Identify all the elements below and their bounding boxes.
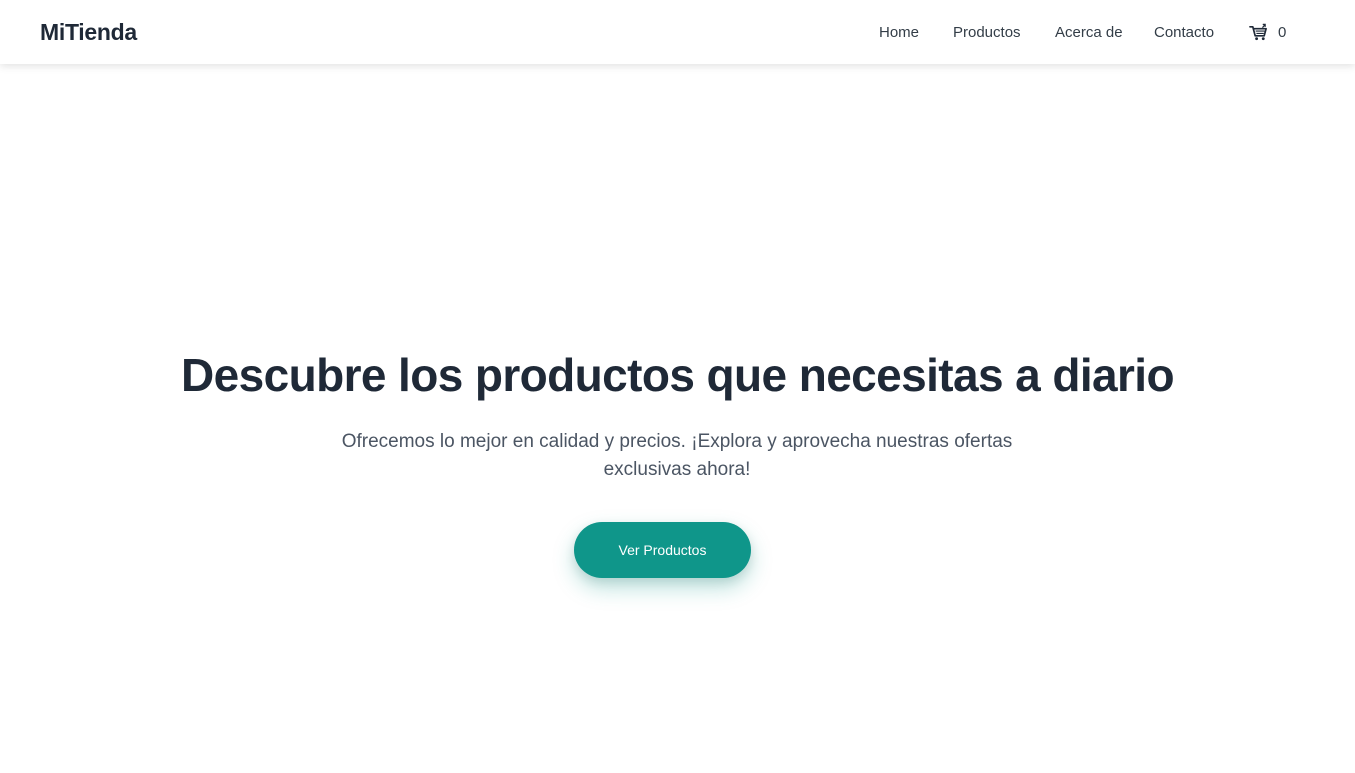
nav-link-productos[interactable]: Productos	[953, 24, 1021, 41]
ver-productos-button[interactable]: Ver Productos	[574, 522, 751, 578]
brand-logo[interactable]: MiTienda	[40, 19, 137, 46]
hero-title: Descubre los productos que necesitas a d…	[181, 349, 1175, 401]
nav-link-home[interactable]: Home	[879, 24, 919, 41]
cart-count: 0	[1278, 23, 1287, 41]
shopping-cart-icon	[1249, 23, 1267, 40]
nav-link-acerca-de[interactable]: Acerca de	[1055, 24, 1123, 41]
navbar: MiTienda Home Productos Acerca de Contac…	[0, 0, 1355, 64]
cart-button[interactable]: 0	[1249, 22, 1286, 42]
nav-link-contacto[interactable]: Contacto	[1154, 24, 1214, 41]
hero-subtitle: Ofrecemos lo mejor en calidad y precios.…	[341, 431, 1013, 480]
